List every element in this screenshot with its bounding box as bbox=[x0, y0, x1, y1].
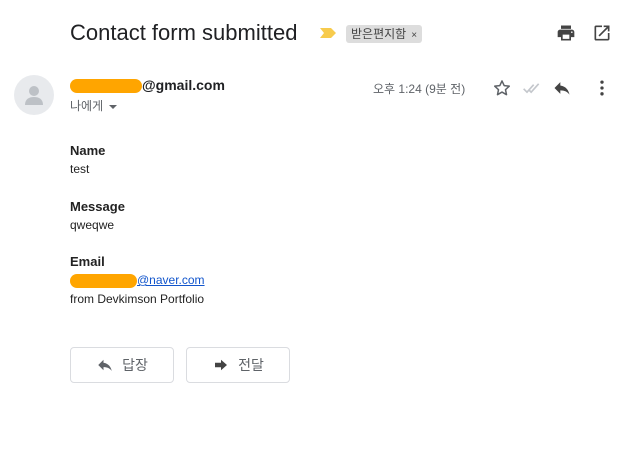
footer-text: from Devkimson Portfolio bbox=[70, 292, 205, 306]
name-field-label: Name bbox=[70, 143, 106, 158]
reply-icon[interactable] bbox=[552, 78, 572, 98]
email-field-value: @naver.com bbox=[70, 271, 205, 290]
recipient-label: 나에게 bbox=[70, 99, 104, 113]
field-message-block: Message qweqwe bbox=[70, 198, 125, 235]
message-field-value: qweqwe bbox=[70, 218, 115, 232]
inbox-label-chip[interactable]: 받은편지함 × bbox=[346, 25, 423, 43]
read-receipt-icon bbox=[523, 83, 540, 94]
reply-icon bbox=[98, 359, 112, 371]
forward-icon bbox=[215, 359, 228, 371]
print-icon[interactable] bbox=[556, 23, 576, 43]
name-field-value: test bbox=[70, 162, 90, 176]
chevron-down-icon bbox=[109, 104, 118, 109]
field-email-block: Email @naver.com from Devkimson Portfoli… bbox=[70, 253, 205, 309]
open-in-new-window-icon[interactable] bbox=[592, 23, 612, 43]
email-link[interactable]: @naver.com bbox=[137, 273, 205, 287]
sender-avatar[interactable] bbox=[14, 75, 54, 115]
default-avatar-icon bbox=[25, 86, 43, 105]
message-field-label: Message bbox=[70, 199, 125, 214]
recipient-details-toggle[interactable]: 나에게 bbox=[70, 97, 118, 114]
importance-marker-icon[interactable] bbox=[320, 28, 336, 38]
email-field-label: Email bbox=[70, 254, 105, 269]
reply-button-label: 답장 bbox=[122, 357, 148, 373]
more-vert-icon[interactable] bbox=[592, 78, 612, 98]
redacted-sender-name bbox=[70, 79, 142, 94]
forward-button-label: 전달 bbox=[238, 357, 264, 373]
remove-label-button[interactable]: × bbox=[411, 30, 417, 41]
received-time: 오후 1:24 (9분 전) bbox=[373, 82, 466, 96]
sender-email-domain: @gmail.com bbox=[142, 77, 225, 93]
inbox-label-text: 받은편지함 bbox=[351, 27, 407, 41]
forward-button[interactable]: 전달 bbox=[186, 347, 290, 383]
field-name-block: Name test bbox=[70, 142, 105, 179]
subject-title: Contact form submitted bbox=[70, 20, 298, 45]
reply-button[interactable]: 답장 bbox=[70, 347, 174, 383]
redacted-email-user bbox=[70, 273, 137, 288]
sender-address[interactable]: @gmail.com bbox=[70, 77, 225, 94]
star-icon[interactable] bbox=[492, 78, 512, 98]
